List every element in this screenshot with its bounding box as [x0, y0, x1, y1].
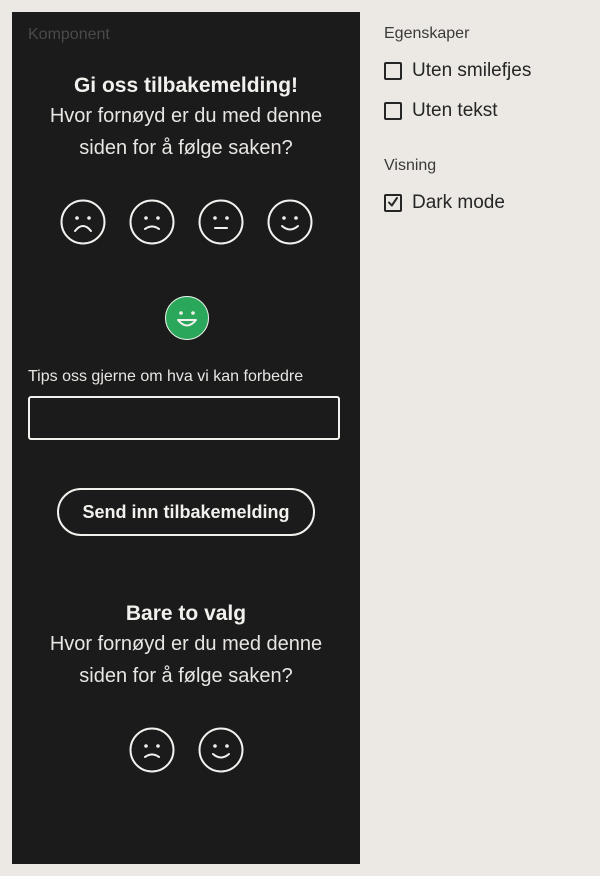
option-no-smileys[interactable]: Uten smilefjes: [384, 60, 531, 82]
feedback-title: Gi oss tilbakemelding!: [73, 74, 299, 97]
sad-face-icon[interactable]: [129, 199, 175, 245]
tips-input[interactable]: [28, 396, 340, 440]
send-feedback-button[interactable]: Send inn tilbakemelding: [57, 488, 315, 536]
very-sad-face-icon[interactable]: [60, 199, 106, 245]
neutral-face-icon[interactable]: [198, 199, 244, 245]
no-text-checkbox[interactable]: [384, 102, 402, 120]
feedback-question-line1: Hvor fornøyd er du med denne: [49, 105, 323, 127]
dark-mode-checkbox[interactable]: [384, 194, 402, 212]
dark-mode-label: Dark mode: [412, 192, 505, 213]
happy-face-icon[interactable]: [267, 199, 313, 245]
feedback-header: Gi oss tilbakemelding! Hvor fornøyd er d…: [12, 72, 360, 164]
panel-label: Komponent: [28, 26, 110, 43]
feedback-two-choice-question-line1: Hvor fornøyd er du med denne: [49, 633, 323, 655]
properties-heading: Egenskaper: [384, 25, 470, 42]
no-smileys-checkbox[interactable]: [384, 62, 402, 80]
feedback-two-choice-title: Bare to valg: [125, 602, 247, 625]
very-happy-face-icon[interactable]: [164, 295, 210, 341]
feedback-question-line2: siden for å følge saken?: [79, 137, 293, 159]
option-dark-mode[interactable]: Dark mode: [384, 192, 505, 214]
view-heading: Visning: [384, 157, 437, 174]
feedback-two-choice-question-line2: siden for å følge saken?: [79, 665, 293, 687]
tips-label: Tips oss gjerne om hva vi kan forbedre: [28, 368, 304, 385]
feedback-two-choice-header: Bare to valg Hvor fornøyd er du med denn…: [12, 600, 360, 692]
component-panel: Komponent Gi oss tilbakemelding! Hvor fo…: [12, 12, 360, 864]
two-choice-faces: [12, 727, 360, 773]
no-smileys-label: Uten smilefjes: [412, 60, 532, 81]
option-no-text[interactable]: Uten tekst: [384, 100, 498, 122]
no-text-label: Uten tekst: [412, 100, 498, 121]
happy-face-icon[interactable]: [198, 727, 244, 773]
checkmark-icon: [388, 197, 398, 207]
sad-face-icon[interactable]: [129, 727, 175, 773]
rating-faces: [12, 199, 360, 245]
